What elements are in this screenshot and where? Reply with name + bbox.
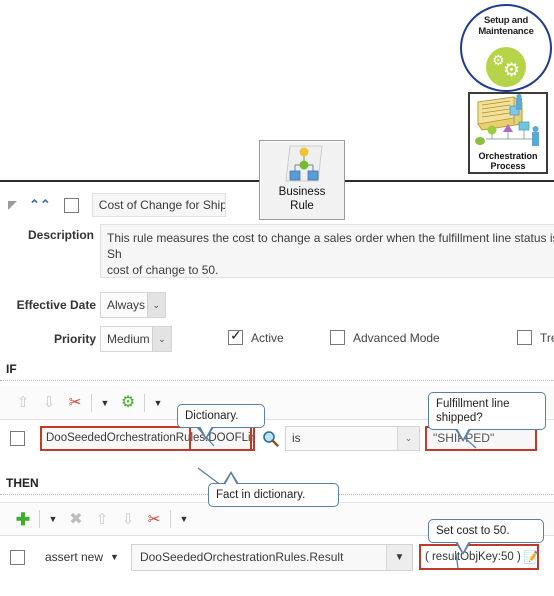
toolbar-divider [170, 510, 171, 528]
business-rule-icon-label-line1: Business [278, 186, 326, 198]
tree-mode-label: Tre [540, 330, 554, 345]
add-icon[interactable]: ✚ [10, 507, 36, 531]
move-up-icon[interactable]: ⇧ [10, 391, 36, 415]
chevron-down-icon[interactable]: ▼ [385, 544, 412, 570]
priority-row: Priority Medium ⌄ Active Advanced Mode T… [0, 326, 554, 358]
cut-dropdown-caret-icon[interactable]: ▼ [95, 391, 115, 415]
move-down-icon[interactable]: ⇩ [36, 391, 62, 415]
then-section-label: THEN [6, 476, 39, 490]
then-object-select[interactable]: DooSeededOrchestrationRules.Result ▼ [130, 543, 413, 571]
description-textarea[interactable]: This rule measures the cost to change a … [100, 224, 554, 278]
setup-icon-label: Setup and Maintenance [462, 15, 550, 37]
if-row-checkbox[interactable] [10, 430, 25, 446]
tree-mode-checkbox-group[interactable]: Tre [517, 330, 554, 345]
callout-fulfillment: Fulfillment line shipped? [428, 392, 546, 442]
callout-dictionary-text: Dictionary. [185, 410, 239, 422]
priority-label: Priority [53, 332, 96, 346]
cut-dropdown-caret-icon[interactable]: ▼ [174, 507, 194, 531]
search-icon[interactable] [255, 430, 285, 447]
business-rule-diagram-art [285, 145, 323, 182]
orchestration-diagram-art [475, 94, 539, 146]
advanced-mode-checkbox[interactable] [330, 330, 345, 345]
callout-fact-in-dictionary: Fact in dictionary. [208, 471, 339, 507]
effective-date-value: Always [107, 298, 146, 312]
orchestration-icon-label-line2: Process [490, 161, 526, 171]
then-property-input[interactable]: ( resultObjKey:50 ) 📝 [418, 544, 539, 570]
chevron-down-icon[interactable]: ⌄ [146, 293, 165, 317]
then-object-value: DooSeededOrchestrationRules.Result [139, 550, 344, 564]
setup-icon-label-line1: Setup and [483, 15, 529, 26]
orchestration-process-icon[interactable]: Orchestration Process [468, 92, 548, 174]
toolbar-divider [144, 393, 145, 412]
effective-date-label: Effective Date [16, 298, 96, 312]
add-dropdown-caret-icon[interactable]: ▼ [43, 507, 63, 531]
setup-icon-label-line2: Maintenance [478, 26, 534, 37]
chevron-double-up-icon[interactable]: ⌃⌃ [29, 198, 51, 211]
rule-name-input[interactable]: Cost of Change for Ship [91, 193, 226, 217]
toolbar-divider [91, 393, 92, 412]
active-label: Active [251, 330, 284, 345]
business-rule-icon-label: Business Rule [260, 185, 344, 213]
rule-select-checkbox[interactable] [63, 197, 79, 213]
then-action-caret-icon[interactable]: ▼ [110, 552, 119, 562]
then-action-value[interactable]: assert new [45, 550, 103, 564]
callout-fact-text: Fact in dictionary. [216, 489, 306, 501]
priority-select[interactable]: Medium ⌄ [100, 326, 172, 352]
then-row-checkbox[interactable] [10, 549, 25, 565]
chevron-down-icon[interactable]: ⌄ [397, 426, 419, 450]
business-rule-icon-label-line2: Rule [290, 200, 314, 212]
active-checkbox[interactable] [228, 327, 243, 345]
if-section-divider [0, 380, 554, 381]
business-rule-icon[interactable]: Business Rule [259, 140, 345, 220]
description-row: Description This rule measures the cost … [0, 224, 554, 284]
description-label: Description [27, 228, 94, 242]
gear-icon-large: ⚙ [503, 60, 521, 81]
active-checkbox-group[interactable]: Active [228, 327, 284, 345]
orchestration-icon-label: Orchestration Process [470, 151, 546, 171]
orchestration-icon-label-line1: Orchestration [478, 151, 538, 161]
chevron-down-icon[interactable]: ⌄ [151, 327, 171, 351]
pencil-edit-icon[interactable]: 📝 [524, 550, 539, 564]
if-operator-value: is [292, 431, 301, 445]
callout-dictionary: Dictionary. [177, 404, 265, 440]
tree-mode-checkbox[interactable] [517, 330, 532, 345]
toolbar-divider [39, 510, 40, 528]
callout-fulfillment-text: Fulfillment line shipped? [436, 398, 510, 424]
effective-date-select[interactable]: Always ⌄ [100, 292, 166, 318]
setup-icon-disc: ⚙ ⚙ [486, 47, 526, 87]
advanced-mode-label: Advanced Mode [353, 330, 440, 345]
delete-icon[interactable]: ✖ [63, 507, 89, 531]
advanced-mode-checkbox-group[interactable]: Advanced Mode [330, 330, 440, 345]
cut-icon[interactable]: ✂ [62, 391, 88, 415]
move-up-icon[interactable]: ⇧ [89, 507, 115, 531]
callout-set-cost-text: Set cost to 50. [436, 525, 510, 537]
move-down-icon[interactable]: ⇩ [115, 507, 141, 531]
settings-dropdown-caret-icon[interactable]: ▼ [148, 391, 168, 415]
setup-and-maintenance-icon[interactable]: Setup and Maintenance ⚙ ⚙ [460, 4, 552, 92]
top-banner-region: Setup and Maintenance ⚙ ⚙ Orchestration … [0, 0, 554, 220]
collapse-triangle-icon[interactable] [8, 200, 17, 210]
callout-set-cost: Set cost to 50. [428, 519, 544, 555]
settings-gear-icon[interactable]: ⚙ [115, 391, 141, 415]
priority-value: Medium [107, 332, 150, 346]
cut-icon[interactable]: ✂ [141, 507, 167, 531]
effective-date-row: Effective Date Always ⌄ [0, 292, 554, 324]
if-section-label: IF [6, 362, 17, 376]
if-operator-select[interactable]: is ⌄ [285, 425, 420, 451]
